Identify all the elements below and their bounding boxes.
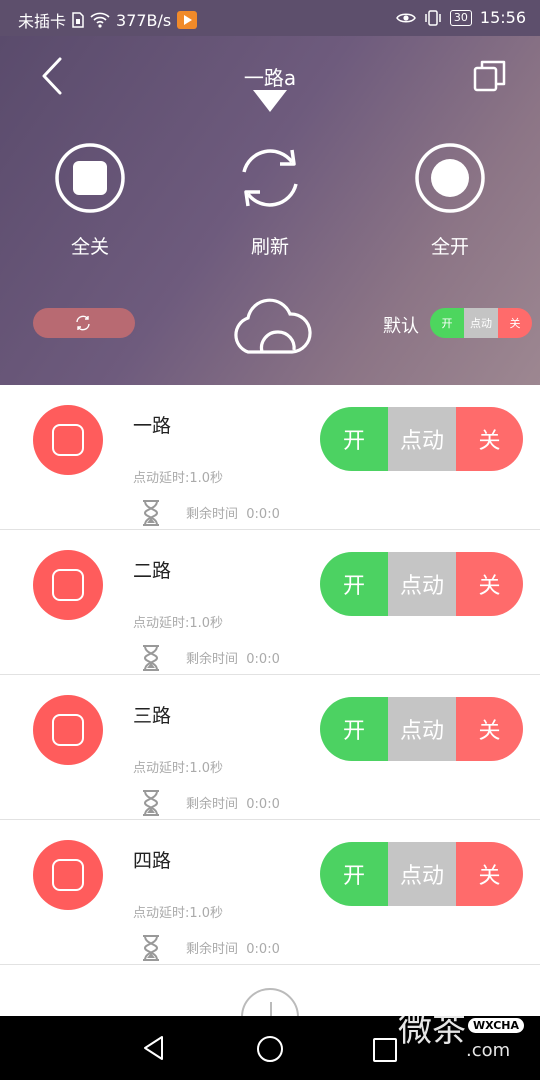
on-button[interactable]: 开 — [320, 842, 388, 906]
vibrate-icon — [425, 9, 441, 26]
channel-switch: 开 点动 关 — [320, 697, 523, 761]
channel-row: 四路 点动延时:1.0秒 剩余时间 0:0:0 开 点动 关 — [0, 820, 540, 965]
channel-name: 二路 — [133, 560, 172, 582]
off-button[interactable]: 关 — [456, 552, 523, 616]
channel-status-icon[interactable] — [33, 550, 103, 620]
default-mode-switch: 开 点动 关 — [430, 308, 532, 338]
channel-switch: 开 点动 关 — [320, 552, 523, 616]
default-dot-option[interactable]: 点动 — [464, 308, 498, 338]
channel-delay: 点动延时:1.0秒 — [133, 906, 224, 921]
header-panel: 一路a 全关 刷新 全开 默认 开 点动 关 — [0, 36, 540, 385]
remaining-time: 剩余时间 0:0:0 — [186, 507, 280, 522]
remaining-time: 剩余时间 0:0:0 — [186, 797, 280, 812]
hourglass-icon — [143, 645, 159, 671]
channel-name: 三路 — [133, 705, 172, 727]
channel-name: 四路 — [133, 850, 172, 872]
hourglass-icon — [143, 790, 159, 816]
on-button[interactable]: 开 — [320, 697, 388, 761]
default-off-option[interactable]: 关 — [498, 308, 532, 338]
eye-icon — [396, 13, 416, 22]
channel-status-icon[interactable] — [33, 405, 103, 475]
channel-status-icon[interactable] — [33, 840, 103, 910]
status-bar: 未插卡 377B/s 30 15:56 — [0, 0, 540, 36]
remaining-time: 剩余时间 0:0:0 — [186, 652, 280, 667]
remaining-time: 剩余时间 0:0:0 — [186, 942, 280, 957]
refresh-icon — [242, 149, 298, 207]
sync-toggle[interactable] — [33, 308, 135, 338]
hourglass-icon — [143, 935, 159, 961]
channel-switch: 开 点动 关 — [320, 407, 523, 471]
channel-row: 一路 点动延时:1.0秒 剩余时间 0:0:0 开 点动 关 — [0, 385, 540, 530]
off-button[interactable]: 关 — [456, 842, 523, 906]
record-icon — [415, 143, 485, 213]
jog-button[interactable]: 点动 — [388, 842, 456, 906]
on-button[interactable]: 开 — [320, 552, 388, 616]
jog-button[interactable]: 点动 — [388, 407, 456, 471]
watermark-domain: .com — [466, 1040, 511, 1061]
cloud-icon[interactable] — [228, 292, 312, 356]
all-off-button[interactable]: 全关 — [30, 142, 150, 259]
watermark-text: 微茶 — [398, 1010, 466, 1050]
dropdown-caret-icon[interactable] — [253, 90, 287, 112]
channel-delay: 点动延时:1.0秒 — [133, 616, 224, 631]
watermark-badge: WXCHA — [468, 1018, 525, 1033]
carrier-text: 未插卡 — [18, 12, 67, 31]
default-on-option[interactable]: 开 — [430, 308, 464, 338]
all-on-button[interactable]: 全开 — [390, 142, 510, 259]
channel-status-icon[interactable] — [33, 695, 103, 765]
refresh-button[interactable]: 刷新 — [210, 142, 330, 259]
channel-list: 一路 点动延时:1.0秒 剩余时间 0:0:0 开 点动 关 二路 点动延时:1… — [0, 385, 540, 965]
nav-back-icon[interactable] — [142, 1035, 166, 1061]
nav-recent-icon[interactable] — [373, 1038, 397, 1062]
nav-home-icon[interactable] — [257, 1036, 283, 1062]
channel-delay: 点动延时:1.0秒 — [133, 471, 224, 486]
wifi-icon — [90, 12, 110, 28]
all-off-label: 全关 — [70, 236, 109, 258]
all-on-label: 全开 — [430, 236, 469, 258]
on-button[interactable]: 开 — [320, 407, 388, 471]
channel-delay: 点动延时:1.0秒 — [133, 761, 224, 776]
channel-row: 三路 点动延时:1.0秒 剩余时间 0:0:0 开 点动 关 — [0, 675, 540, 820]
hourglass-icon — [143, 500, 159, 526]
network-speed: 377B/s — [116, 10, 172, 30]
copy-icon[interactable] — [472, 58, 508, 94]
clock: 15:56 — [479, 8, 526, 27]
device-title[interactable]: 一路a — [0, 62, 540, 91]
app-notification-icon — [177, 11, 198, 29]
channel-name: 一路 — [133, 415, 172, 437]
jog-button[interactable]: 点动 — [388, 697, 456, 761]
battery-icon: 30 — [449, 9, 472, 26]
stop-icon — [55, 143, 125, 213]
jog-button[interactable]: 点动 — [388, 552, 456, 616]
sim-icon — [72, 12, 84, 28]
off-button[interactable]: 关 — [456, 697, 523, 761]
channel-row: 二路 点动延时:1.0秒 剩余时间 0:0:0 开 点动 关 — [0, 530, 540, 675]
default-mode-label: 默认 — [383, 316, 419, 337]
channel-switch: 开 点动 关 — [320, 842, 523, 906]
sync-icon — [76, 315, 90, 331]
refresh-label: 刷新 — [250, 236, 289, 258]
off-button[interactable]: 关 — [456, 407, 523, 471]
